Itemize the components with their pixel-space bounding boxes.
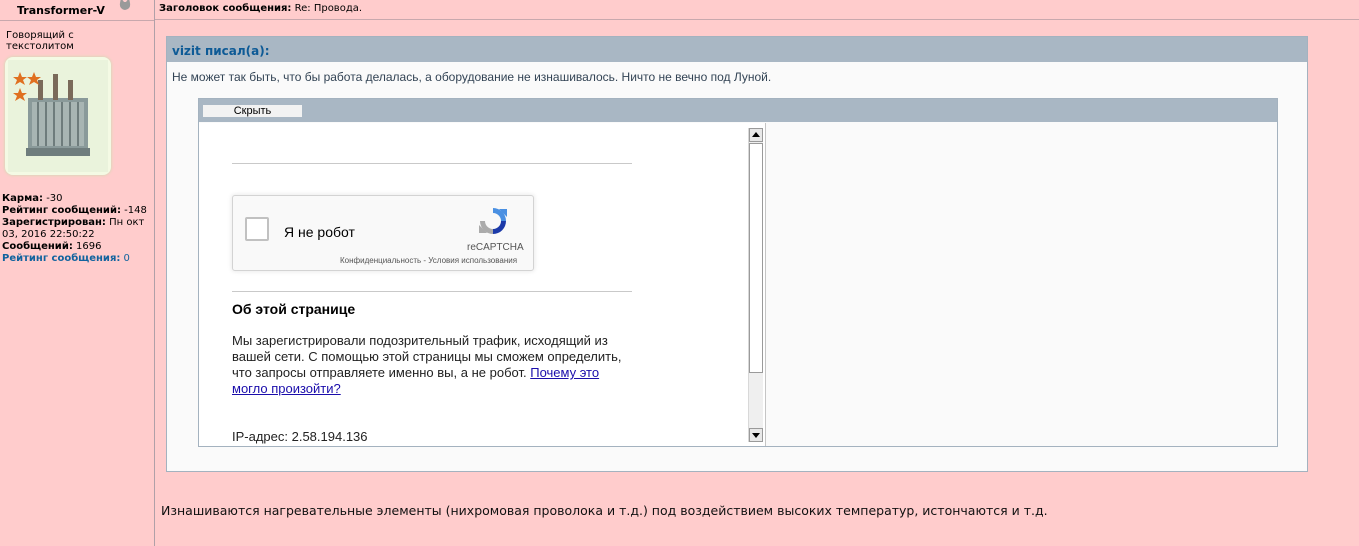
spoiler-header: Скрыть — [199, 99, 1277, 122]
author-cell: Transformer-V — [0, 0, 154, 21]
frame-scrollbar[interactable] — [748, 128, 763, 442]
quote-text: Не может так быть, что бы работа делалас… — [172, 70, 772, 84]
user-rank: Говорящий с текстолитом — [6, 30, 74, 52]
recaptcha-logo-icon — [477, 205, 509, 237]
hide-spoiler-button[interactable]: Скрыть — [203, 105, 302, 117]
subject-label: Заголовок сообщения: — [159, 3, 292, 14]
quote-block: vizit писал(а): Не может так быть, что б… — [166, 36, 1308, 472]
messages-rating-label: Рейтинг сообщений: — [2, 205, 121, 216]
divider — [232, 163, 632, 164]
recaptcha-widget: Я не робот reCAPTCHA Конфиденциальность … — [232, 195, 534, 271]
registered-label: Зарегистрирован: — [2, 217, 106, 228]
cat-icon — [118, 0, 132, 11]
frame-border — [765, 123, 766, 446]
post-rating-value: 0 — [123, 253, 130, 264]
karma-label: Карма: — [2, 193, 44, 204]
quote-author: vizit писал(а): — [172, 44, 270, 58]
scroll-down-button[interactable] — [749, 428, 763, 442]
avatar — [5, 57, 111, 175]
recaptcha-brand: reCAPTCHA — [467, 242, 524, 253]
spoiler-block: Скрыть Я не робот reCAPTCHA Конфиденциал… — [198, 98, 1278, 447]
post-rating-link[interactable]: Рейтинг сообщения: — [2, 253, 120, 264]
not-robot-checkbox[interactable] — [245, 217, 269, 241]
post-body: Изнашиваются нагревательные элементы (ни… — [161, 503, 1048, 518]
about-page-text: Мы зарегистрировали подозрительный трафи… — [232, 333, 632, 397]
author-name[interactable]: Transformer-V — [17, 4, 105, 17]
quote-header: vizit писал(а): — [167, 37, 1307, 62]
messages-rating-value: -148 — [124, 205, 147, 216]
message-count-label: Сообщений: — [2, 241, 73, 252]
about-page-title: Об этой странице — [232, 301, 356, 317]
scroll-up-button[interactable] — [749, 128, 763, 142]
recaptcha-privacy-links[interactable]: Конфиденциальность - Условия использован… — [340, 256, 517, 265]
subject-divider — [155, 19, 1359, 20]
divider — [232, 291, 632, 292]
profile-stats: Карма: -30 Рейтинг сообщений: -148 Зарег… — [2, 193, 152, 265]
subject-value: Re: Провода. — [294, 3, 363, 14]
post-subject: Заголовок сообщения: Re: Провода. — [159, 3, 362, 14]
embedded-captcha-frame: Я не робот reCAPTCHA Конфиденциальность … — [199, 123, 766, 446]
message-count-value: 1696 — [76, 241, 102, 252]
poster-profile-column: Transformer-V Говорящий с текстолитом Ка… — [0, 0, 155, 546]
ip-address: IP-адрес: 2.58.194.136 — [232, 429, 368, 444]
recaptcha-label: Я не робот — [284, 224, 355, 240]
scroll-thumb[interactable] — [749, 143, 763, 373]
karma-value: -30 — [46, 193, 63, 204]
